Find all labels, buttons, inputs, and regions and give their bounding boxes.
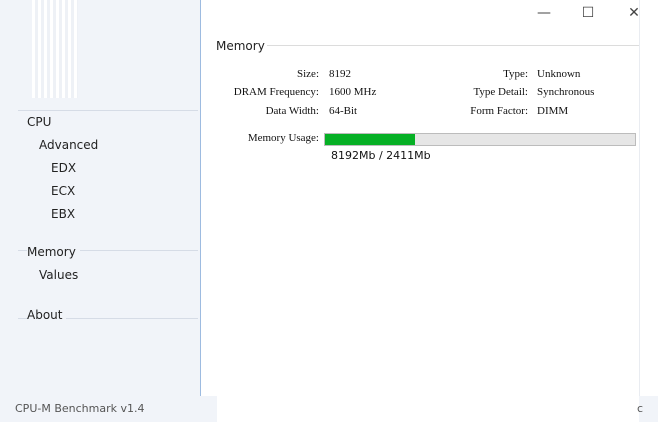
section-title: Memory [216, 39, 265, 53]
status-bar-blank [217, 396, 639, 422]
sidebar-item-values[interactable]: Values [39, 268, 78, 282]
type-detail-value: Synchronous [537, 86, 595, 98]
minimize-button[interactable]: — [521, 0, 567, 28]
size-value: 8192 [329, 68, 351, 80]
form-factor-label: Form Factor: [470, 105, 528, 117]
type-label: Type: [503, 68, 528, 80]
status-text: CPU-M Benchmark v1.4 [15, 402, 145, 415]
dram-frequency-label: DRAM Frequency: [233, 86, 319, 98]
sidebar-item-advanced[interactable]: Advanced [39, 138, 98, 152]
status-tail-text: c [637, 402, 644, 415]
sidebar-item-about[interactable]: About [27, 308, 67, 322]
maximize-button[interactable]: ☐ [565, 0, 611, 28]
type-detail-label: Type Detail: [473, 86, 528, 98]
sidebar-item-ebx[interactable]: EBX [51, 207, 75, 221]
sidebar: CPU Advanced EDX ECX EBX Memory Values A… [0, 0, 200, 396]
title-bar: — ☐ ✕ [201, 0, 658, 30]
right-edge [639, 0, 658, 396]
data-width-value: 64-Bit [329, 105, 358, 117]
memory-usage-text: 8192Mb / 2411Mb [331, 149, 431, 162]
memory-usage-fill [325, 134, 415, 145]
app-logo [32, 0, 78, 98]
size-label: Size: [297, 68, 319, 80]
sidebar-item-edx[interactable]: EDX [51, 161, 76, 175]
type-value: Unknown [537, 68, 581, 80]
sidebar-item-ecx[interactable]: ECX [51, 184, 75, 198]
dram-frequency-value: 1600 MHz [329, 86, 377, 98]
sidebar-item-cpu[interactable]: CPU [27, 115, 51, 129]
data-width-label: Data Width: [265, 105, 319, 117]
status-bar: CPU-M Benchmark v1.4 c [0, 396, 658, 422]
memory-usage-bar [324, 133, 636, 146]
sidebar-divider [18, 110, 198, 111]
memory-usage-label: Memory Usage: [247, 132, 319, 144]
memory-panel: Memory Size: 8192 DRAM Frequency: 1600 M… [201, 30, 639, 396]
sidebar-item-memory[interactable]: Memory [27, 245, 80, 259]
section-divider [267, 45, 639, 46]
form-factor-value: DIMM [537, 105, 569, 117]
